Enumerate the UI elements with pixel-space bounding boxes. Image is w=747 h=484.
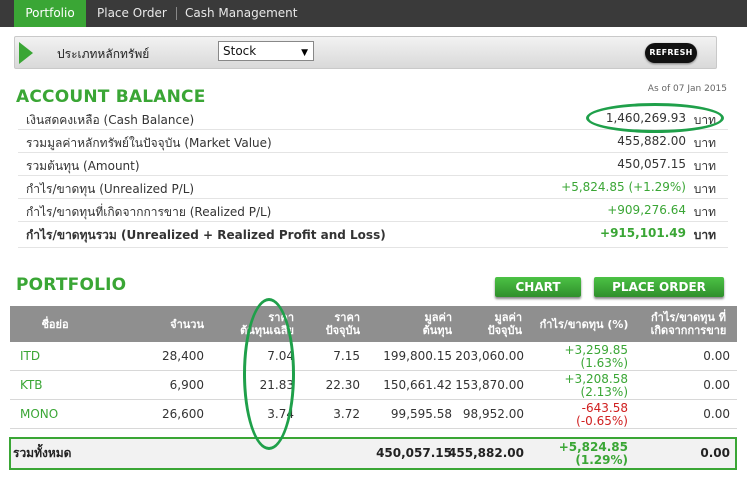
last-price-cell: 7.15 (333, 349, 360, 363)
chart-button[interactable]: CHART (495, 277, 581, 297)
row-label: กำไร/ขาดทุนที่เกิดจากการขาย (Realized P/… (26, 205, 272, 219)
row-label: รวมต้นทุน (Amount) (26, 159, 140, 173)
table-row: ITD 28,400 7.04 7.15 199,800.15 203,060.… (10, 342, 737, 371)
volume-cell: 6,900 (169, 378, 204, 392)
total-unrealized-pl: +5,824.85 (1.29%) (528, 439, 628, 468)
unit-label: บาท (693, 182, 716, 196)
security-type-select[interactable]: Stock ▼ (218, 41, 314, 61)
realized-pl-cell: 0.00 (703, 349, 730, 363)
unrealized-pl-cell: +3,208.58 (2.13%) (528, 371, 629, 400)
portfolio-table-header: ชื่อย่อ จำนวน ราคา ต้นทุนเฉลี่ย ราคา ปัจ… (10, 306, 737, 342)
pl-percent: (1.29%) (575, 452, 628, 467)
security-type-label: ประเภทหลักทรัพย์ (57, 47, 150, 61)
refresh-button[interactable]: REFRESH (645, 43, 697, 63)
as-of-date: As of 07 Jan 2015 (647, 84, 727, 94)
pl-amount: +3,208.58 (564, 371, 629, 386)
tab-cash-management[interactable]: Cash Management (185, 0, 297, 27)
pl-amount: +5,824.85 (558, 439, 628, 454)
header-cost-value: มูลค่า ต้นทุน (422, 311, 452, 337)
market-value-cell: 203,060.00 (455, 349, 524, 363)
volume-cell: 28,400 (162, 349, 204, 363)
header-realized-pl: กำไร/ขาดทุน ที่ เกิดจากการขาย (650, 311, 727, 337)
realized-pl-cell: 0.00 (703, 378, 730, 392)
row-label: กำไร/ขาดทุนรวม (Unrealized + Realized Pr… (26, 228, 386, 242)
amount-row: รวมต้นทุน (Amount) 450,057.15 บาท (18, 154, 728, 176)
volume-cell: 26,600 (162, 407, 204, 421)
symbol-link[interactable]: MONO (10, 400, 100, 429)
header-market-value: มูลค่า ปัจจุบัน (487, 311, 522, 337)
header-unrealized-pl: กำไร/ขาดทุน (%) (539, 317, 629, 331)
avg-cost-highlight-oval (243, 298, 295, 450)
realized-pl-value: +909,276.64 (607, 203, 686, 217)
unit-label: บาท (693, 205, 716, 219)
header-volume: จำนวน (170, 317, 204, 331)
cost-value-cell: 150,661.42 (383, 378, 452, 392)
market-value-cell: 98,952.00 (462, 407, 524, 421)
caret-down-icon: ▼ (301, 48, 308, 58)
header-symbol: ชื่อย่อ (41, 317, 69, 331)
header-last-price: ราคา ปัจจุบัน (325, 311, 360, 337)
unit-label: บาท (693, 136, 716, 150)
total-pl-value: +915,101.49 (600, 226, 686, 240)
realized-pl-row: กำไร/ขาดทุนที่เกิดจากการขาย (Realized P/… (18, 200, 728, 222)
pl-percent: (1.63%) (580, 355, 628, 370)
last-price-cell: 3.72 (333, 407, 360, 421)
pl-amount: +3,259.85 (564, 342, 629, 357)
market-value-cell: 153,870.00 (455, 378, 524, 392)
pl-percent: (2.13%) (580, 384, 628, 399)
unit-label: บาท (693, 228, 716, 242)
row-label: กำไร/ขาดทุน (Unrealized P/L) (26, 182, 195, 196)
total-market-value: 455,882.00 (448, 446, 524, 460)
cost-value-cell: 99,595.58 (390, 407, 452, 421)
table-row: KTB 6,900 21.83 22.30 150,661.42 153,870… (10, 371, 737, 400)
symbol-link[interactable]: ITD (10, 342, 100, 371)
pl-percent: (-0.65%) (576, 413, 628, 428)
symbol-link[interactable]: KTB (10, 371, 100, 400)
tab-place-order[interactable]: Place Order (97, 0, 167, 27)
total-cost-value: 450,057.15 (376, 446, 452, 460)
realized-pl-cell: 0.00 (703, 407, 730, 421)
account-balance-title: ACCOUNT BALANCE (16, 87, 206, 107)
portfolio-title: PORTFOLIO (16, 275, 127, 295)
row-label: รวมมูลค่าหลักทรัพย์ในปัจจุบัน (Market Va… (26, 136, 272, 150)
unit-label: บาท (693, 159, 716, 173)
table-row: MONO 26,600 3.74 3.72 99,595.58 98,952.0… (10, 400, 737, 429)
cash-balance-highlight-oval (586, 103, 724, 133)
total-realized-pl: 0.00 (700, 446, 730, 460)
security-type-value: Stock (223, 44, 257, 58)
unrealized-pl-cell: -643.58 (-0.65%) (528, 400, 628, 429)
tab-bar: Portfolio Place Order Cash Management (0, 0, 747, 27)
market-value-value: 455,882.00 (617, 134, 686, 148)
unrealized-pl-value: +5,824.85 (+1.29%) (561, 180, 686, 194)
amount-value: 450,057.15 (617, 157, 686, 171)
place-order-button[interactable]: PLACE ORDER (594, 277, 724, 297)
cost-value-cell: 199,800.15 (383, 349, 452, 363)
portfolio-total-row: รวมทั้งหมด 450,057.15 455,882.00 +5,824.… (9, 437, 737, 470)
total-pl-row: กำไร/ขาดทุนรวม (Unrealized + Realized Pr… (18, 223, 728, 248)
tab-divider (176, 7, 177, 20)
tab-portfolio[interactable]: Portfolio (14, 0, 86, 27)
filter-bar: ประเภทหลักทรัพย์ Stock ▼ (14, 36, 717, 69)
unrealized-pl-cell: +3,259.85 (1.63%) (528, 342, 629, 371)
total-label: รวมทั้งหมด (13, 446, 72, 460)
last-price-cell: 22.30 (325, 378, 360, 392)
market-value-row: รวมมูลค่าหลักทรัพย์ในปัจจุบัน (Market Va… (18, 131, 728, 153)
pl-amount: -643.58 (581, 400, 628, 415)
row-label: เงินสดคงเหลือ (Cash Balance) (26, 113, 195, 127)
unrealized-pl-row: กำไร/ขาดทุน (Unrealized P/L) +5,824.85 (… (18, 177, 728, 199)
arrow-right-icon (19, 42, 33, 64)
